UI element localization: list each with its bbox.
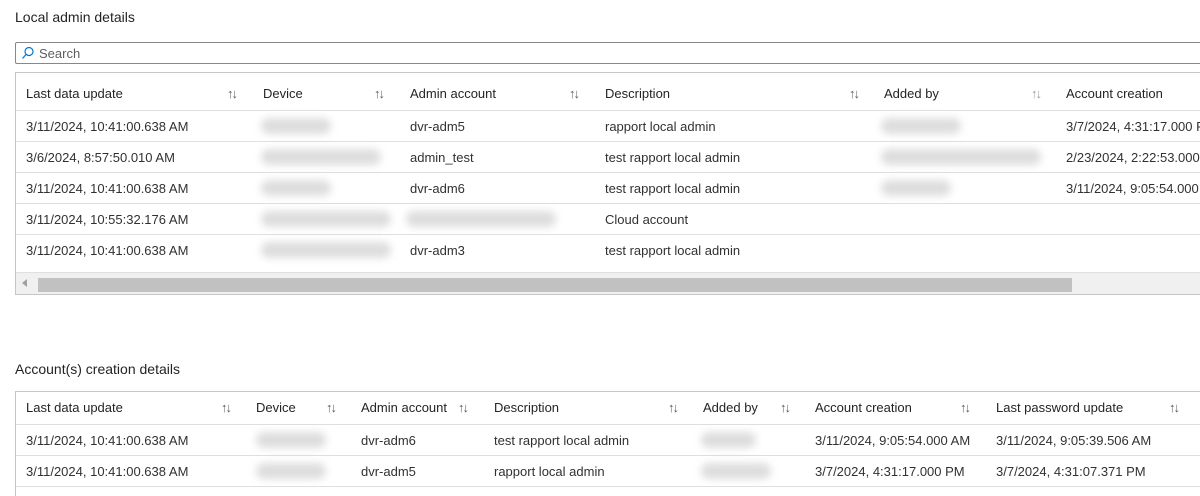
column-header-added-by[interactable]: Added by [703, 400, 758, 415]
sort-arrows-icon[interactable]: ↑↓ [780, 400, 791, 415]
cell-account-creation: 3/11/2024, 9:05:54.000 AM [815, 433, 971, 448]
section-title-local-admin: Local admin details [15, 9, 135, 25]
redacted-device [261, 180, 331, 196]
sort-arrows-icon[interactable]: ↑↓ [221, 400, 232, 415]
column-header-device[interactable]: Device [263, 86, 303, 101]
redacted-device [256, 432, 326, 448]
cell-last-data-update: 3/11/2024, 10:41:00.638 AM [26, 433, 189, 448]
cell-admin-account: dvr-adm3 [410, 243, 465, 258]
column-header-description[interactable]: Description [605, 86, 670, 101]
chevron-left-icon[interactable] [22, 279, 27, 287]
cell-description: Cloud account [605, 212, 689, 227]
cell-description: test rapport local admin [605, 181, 741, 196]
sort-arrows-icon[interactable]: ↑↓ [1031, 86, 1042, 101]
cell-admin-account: dvr-adm6 [361, 433, 416, 448]
column-header-account-creation[interactable]: Account creation [1066, 86, 1163, 101]
redacted-device [261, 242, 391, 258]
section-title-account-creation: Account(s) creation details [15, 361, 180, 377]
redacted-added-by [701, 463, 771, 479]
sort-arrows-icon[interactable]: ↑↓ [668, 400, 679, 415]
table-row[interactable]: 3/11/2024, 10:41:00.638 AM dvr-adm5 rapp… [16, 110, 1200, 142]
cell-description: rapport local admin [494, 464, 605, 479]
table-row[interactable]: 3/11/2024, 10:41:00.638 AM dvr-adm5 rapp… [16, 455, 1200, 487]
column-header-admin-account[interactable]: Admin account [410, 86, 496, 101]
local-admin-table: Last data update ↑↓ Device ↑↓ Admin acco… [15, 72, 1200, 295]
table-row[interactable]: 3/6/2024, 8:57:50.010 AM admin_test test… [16, 141, 1200, 173]
sort-arrows-icon[interactable]: ↑↓ [849, 86, 860, 101]
redacted-added-by [881, 118, 961, 134]
sort-arrows-icon[interactable]: ↑↓ [227, 86, 238, 101]
column-header-last-data-update[interactable]: Last data update [26, 86, 123, 101]
table-header: Last data update ↑↓ Device ↑↓ Admin acco… [16, 392, 1200, 424]
redacted-device [256, 463, 326, 479]
cell-admin-account: admin_test [410, 150, 474, 165]
sort-arrows-icon[interactable]: ↑↓ [1169, 400, 1180, 415]
column-header-last-data-update[interactable]: Last data update [26, 400, 123, 415]
search-placeholder: Search [39, 46, 81, 61]
column-header-account-creation[interactable]: Account creation [815, 400, 912, 415]
cell-description: rapport local admin [605, 119, 716, 134]
redacted-added-by [701, 432, 756, 448]
sort-arrows-icon[interactable]: ↑↓ [326, 400, 337, 415]
table-row[interactable]: 3/11/2024, 10:41:00.638 AM dvr-adm6 test… [16, 424, 1200, 456]
redacted-device [261, 149, 381, 165]
cell-last-password-update: 3/11/2024, 9:05:39.506 AM [996, 433, 1152, 448]
cell-account-creation: 3/7/2024, 4:31:17.000 PM [815, 464, 965, 479]
cell-last-data-update: 3/11/2024, 10:41:00.638 AM [26, 464, 189, 479]
table-header: Last data update ↑↓ Device ↑↓ Admin acco… [16, 73, 1200, 110]
account-creation-table: Last data update ↑↓ Device ↑↓ Admin acco… [15, 391, 1200, 496]
column-header-last-password-update[interactable]: Last password update [996, 400, 1123, 415]
cell-last-data-update: 3/11/2024, 10:41:00.638 AM [26, 181, 189, 196]
search-input[interactable]: Search [15, 42, 1200, 64]
column-header-admin-account[interactable]: Admin account [361, 400, 447, 415]
search-icon [21, 46, 35, 63]
sort-arrows-icon[interactable]: ↑↓ [374, 86, 385, 101]
column-header-device[interactable]: Device [256, 400, 296, 415]
sort-arrows-icon[interactable]: ↑↓ [960, 400, 971, 415]
cell-last-data-update: 3/11/2024, 10:41:00.638 AM [26, 243, 189, 258]
sort-arrows-icon[interactable]: ↑↓ [569, 86, 580, 101]
cell-admin-account: dvr-adm5 [361, 464, 416, 479]
cell-admin-account: dvr-adm6 [410, 181, 465, 196]
cell-account-creation: 3/11/2024, 9:05:54.000 AM [1066, 181, 1200, 196]
horizontal-scrollbar[interactable] [16, 272, 1200, 294]
cell-last-password-update: 3/7/2024, 4:31:07.371 PM [996, 464, 1146, 479]
table-row-partial [16, 486, 1200, 496]
cell-description: test rapport local admin [605, 150, 741, 165]
cell-last-data-update: 3/11/2024, 10:55:32.176 AM [26, 212, 189, 227]
table-row[interactable]: 3/11/2024, 10:41:00.638 AM dvr-adm6 test… [16, 172, 1200, 204]
redacted-added-by [881, 180, 951, 196]
cell-last-data-update: 3/6/2024, 8:57:50.010 AM [26, 150, 175, 165]
redacted-device [261, 211, 391, 227]
column-header-description[interactable]: Description [494, 400, 559, 415]
table-row[interactable]: 3/11/2024, 10:41:00.638 AM dvr-adm3 test… [16, 234, 1200, 266]
redacted-device [261, 118, 331, 134]
cell-account-creation: 3/7/2024, 4:31:17.000 PM [1066, 119, 1200, 134]
cell-admin-account: dvr-adm5 [410, 119, 465, 134]
redacted-admin-account [406, 211, 556, 227]
table-row[interactable]: 3/11/2024, 10:55:32.176 AM Cloud account [16, 203, 1200, 235]
cell-last-data-update: 3/11/2024, 10:41:00.638 AM [26, 119, 189, 134]
column-header-added-by[interactable]: Added by [884, 86, 939, 101]
redacted-added-by [881, 149, 1041, 165]
cell-description: test rapport local admin [494, 433, 630, 448]
scrollbar-thumb[interactable] [38, 278, 1072, 292]
cell-account-creation: 2/23/2024, 2:22:53.000 PM [1066, 150, 1200, 165]
cell-description: test rapport local admin [605, 243, 741, 258]
sort-arrows-icon[interactable]: ↑↓ [458, 400, 469, 415]
